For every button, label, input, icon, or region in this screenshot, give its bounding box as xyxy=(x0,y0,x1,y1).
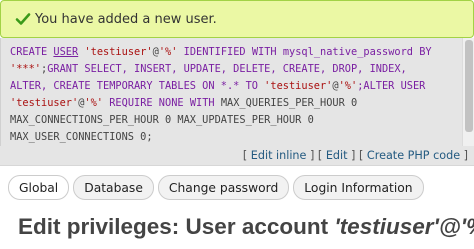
sql-query: CREATE USER 'testiuser'@'%' IDENTIFIED W… xyxy=(10,44,458,146)
sql-line: '***';GRANT SELECT, INSERT, UPDATE, DELE… xyxy=(10,61,458,78)
create-php-code-link[interactable]: Create PHP code xyxy=(367,149,460,162)
sql-line: 'testiuser'@'%' REQUIRE NONE WITH MAX_QU… xyxy=(10,95,458,112)
tab-database[interactable]: Database xyxy=(73,175,154,200)
sql-line: ALTER, CREATE TEMPORARY TABLES ON *.* TO… xyxy=(10,78,458,95)
user-account-name: 'testiuser'@'%' xyxy=(334,214,474,239)
sql-token: 'testiuser' xyxy=(10,97,79,109)
sql-line: CREATE USER 'testiuser'@'%' IDENTIFIED W… xyxy=(10,44,458,61)
page-title: Edit privileges: User account 'testiuser… xyxy=(18,214,474,240)
sql-query-box: CREATE USER 'testiuser'@'%' IDENTIFIED W… xyxy=(0,38,462,146)
tab-login-information[interactable]: Login Information xyxy=(293,175,424,200)
sql-token: ;ALTER USER xyxy=(357,80,426,92)
check-icon xyxy=(15,13,31,25)
privilege-tabs: Global Database Change password Login In… xyxy=(8,175,424,200)
sql-token: 'testiuser' xyxy=(84,46,153,58)
sql-token: GRANT SELECT, INSERT, UPDATE, DELETE, CR… xyxy=(47,63,407,75)
tab-change-password[interactable]: Change password xyxy=(157,175,290,200)
sql-token: '%' xyxy=(338,80,358,92)
sql-token: '%' xyxy=(158,46,178,58)
tab-global[interactable]: Global xyxy=(8,175,70,200)
sql-token: MAX_QUERIES_PER_HOUR 0 xyxy=(214,97,358,109)
success-text: You have added a new user. xyxy=(35,11,217,27)
sql-token: WITH xyxy=(189,97,215,109)
scrollbar[interactable] xyxy=(462,38,474,146)
sql-token: ALTER, CREATE TEMPORARY TABLES ON *.* TO xyxy=(10,80,265,92)
sql-token: REQUIRE NONE xyxy=(103,97,190,109)
sql-token: MAX_CONNECTIONS_PER_HOUR 0 MAX_UPDATES_P… xyxy=(10,114,314,126)
query-actions: [ Edit inline ] [ Edit ] [ Create PHP co… xyxy=(0,146,474,166)
page-title-prefix: Edit privileges: User account xyxy=(18,214,335,239)
sql-token: '***' xyxy=(10,63,41,75)
sql-token: CREATE xyxy=(10,46,54,58)
sql-token: '%' xyxy=(84,97,104,109)
sql-line: MAX_CONNECTIONS_PER_HOUR 0 MAX_UPDATES_P… xyxy=(10,112,458,129)
sql-token: 'testiuser' xyxy=(264,80,333,92)
edit-link[interactable]: Edit xyxy=(326,149,348,162)
success-message: You have added a new user. xyxy=(0,0,474,38)
sql-line: MAX_USER_CONNECTIONS 0; xyxy=(10,129,458,146)
sql-token: IDENTIFIED WITH mysql_native_password BY xyxy=(177,46,432,58)
scrollbar-thumb[interactable] xyxy=(465,40,473,132)
sql-token: MAX_USER_CONNECTIONS 0; xyxy=(10,131,153,143)
sql-token[interactable]: USER xyxy=(53,46,78,58)
edit-inline-link[interactable]: Edit inline xyxy=(251,149,307,162)
